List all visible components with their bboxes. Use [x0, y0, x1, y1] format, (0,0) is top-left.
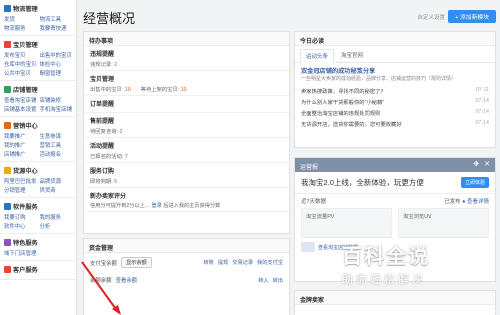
annotation-arrow [81, 261, 121, 315]
